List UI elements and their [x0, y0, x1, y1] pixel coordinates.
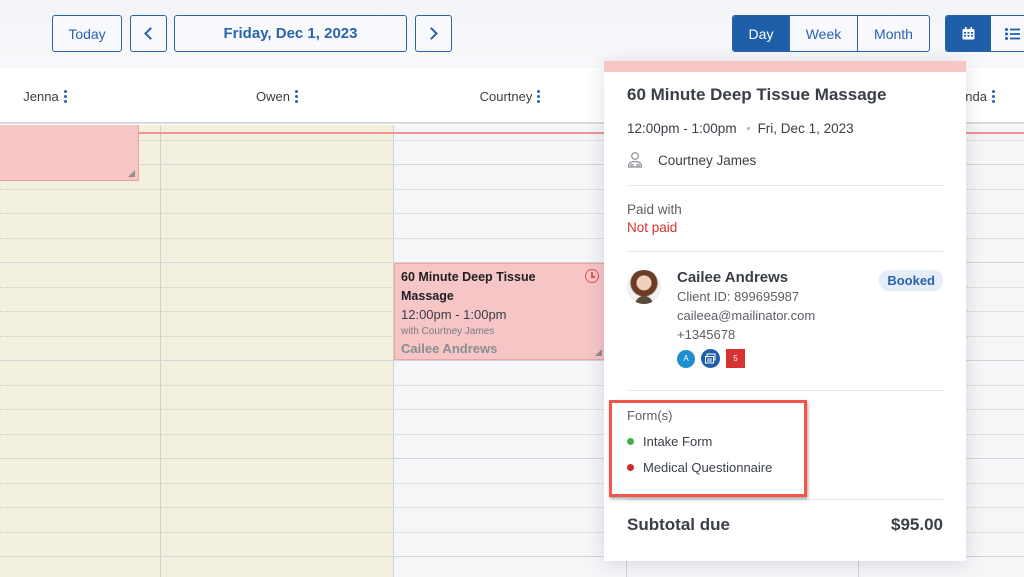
client-card: Cailee Andrews Client ID: 899695987 cail…: [627, 268, 943, 368]
appointment-event[interactable]: 60 Minute Deep Tissue Massage 12:00pm - …: [394, 263, 606, 360]
event-client: Cailee Andrews: [401, 341, 498, 356]
event-title: 60 Minute Deep Tissue Massage: [401, 270, 536, 303]
notes-icon[interactable]: [701, 349, 720, 368]
next-day-button[interactable]: [415, 15, 452, 52]
view-month-tab[interactable]: Month: [858, 16, 929, 51]
appointment-staff: Courtney James: [627, 151, 943, 169]
date-picker-button[interactable]: Friday, Dec 1, 2023: [174, 15, 407, 52]
view-day-tab[interactable]: Day: [733, 16, 790, 51]
highlight-box: [609, 400, 807, 497]
staff-name: Owen: [256, 88, 290, 104]
client-id: Client ID: 899695987: [677, 289, 800, 304]
more-options-icon[interactable]: [294, 89, 298, 103]
more-options-icon[interactable]: [537, 89, 541, 103]
event-block-jenna[interactable]: [0, 125, 139, 181]
client-tags: A 5: [677, 349, 815, 368]
calendar-toolbar: Today Friday, Dec 1, 2023 Day Week Month: [0, 0, 1024, 68]
divider: [627, 185, 943, 186]
chevron-left-icon: [144, 27, 157, 40]
subtotal-label: Subtotal due: [627, 515, 730, 534]
client-name[interactable]: Cailee Andrews: [677, 268, 815, 287]
appointment-datetime: 12:00pm - 1:00pm Fri, Dec 1, 2023: [627, 121, 943, 136]
popup-color-bar: [604, 61, 966, 72]
list-layout-button[interactable]: [991, 16, 1024, 51]
event-time: 12:00pm - 1:00pm: [401, 307, 507, 322]
previous-day-button[interactable]: [130, 15, 167, 52]
subtotal-value: $95.00: [891, 515, 943, 534]
appointment-details-popup: 60 Minute Deep Tissue Massage 12:00pm - …: [604, 61, 966, 561]
client-phone[interactable]: +1345678: [677, 325, 815, 344]
column-jenna[interactable]: [0, 125, 161, 577]
layout-switcher: [945, 15, 1024, 52]
staff-name: Courtney James: [658, 152, 757, 168]
booking-status-badge: Booked: [879, 270, 943, 291]
clock-icon: [585, 269, 599, 283]
more-options-icon[interactable]: [63, 89, 67, 103]
event-staff: with Courtney James: [401, 326, 495, 337]
view-week-tab[interactable]: Week: [790, 16, 858, 51]
divider: [627, 499, 943, 500]
column-header-jenna: Jenna: [0, 68, 160, 124]
payment-status: Not paid: [627, 220, 678, 235]
divider: [627, 251, 943, 252]
chevron-right-icon: [425, 27, 438, 40]
calendar-grid-icon: [962, 27, 975, 40]
client-avatar: [627, 270, 661, 304]
staff-name: Courtney: [479, 88, 533, 104]
today-button[interactable]: Today: [52, 15, 122, 52]
column-header-owen: Owen: [161, 68, 393, 124]
appointment-date: Fri, Dec 1, 2023: [757, 121, 854, 136]
payment-label: Paid with: [627, 202, 682, 217]
client-initial-tag[interactable]: A: [677, 349, 695, 368]
appointment-title: 60 Minute Deep Tissue Massage: [627, 85, 887, 104]
client-email[interactable]: caileea@mailinator.com: [677, 306, 815, 325]
column-owen[interactable]: [161, 125, 394, 577]
resize-handle-icon[interactable]: [595, 349, 602, 356]
forms-section: Form(s) Intake Form Medical Questionnair…: [609, 400, 943, 497]
subtotal-row: Subtotal due $95.00: [627, 515, 943, 535]
list-icon: [1005, 27, 1021, 40]
appointment-time: 12:00pm - 1:00pm: [627, 121, 737, 136]
divider: [627, 390, 943, 391]
resize-handle-icon[interactable]: [128, 170, 135, 177]
staff-user-icon: [627, 152, 643, 168]
column-header-courtney: Courtney: [394, 68, 626, 124]
calendar-layout-button[interactable]: [946, 16, 991, 51]
view-switcher: Day Week Month: [732, 15, 930, 52]
separator-dot: [746, 127, 750, 130]
more-options-icon[interactable]: [991, 89, 995, 103]
count-tag[interactable]: 5: [726, 349, 745, 368]
staff-name: Jenna: [23, 88, 59, 104]
